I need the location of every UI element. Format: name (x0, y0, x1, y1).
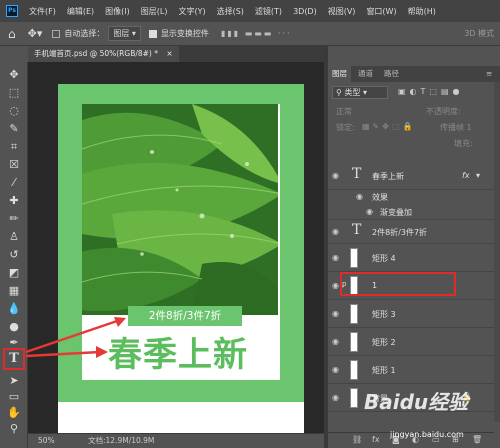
document-info: 文档:12.9M/10.9M (88, 436, 155, 445)
filter-dropdown[interactable]: ⚲ 类型 ▾ (332, 86, 388, 99)
filter-icons[interactable]: ▣◐T⬚▤● (398, 87, 464, 96)
layer-row-rect1[interactable]: ◉ 矩形 1 (328, 356, 494, 384)
layer-row-headline[interactable]: ◉ T 春季上新 fx ▾ (328, 162, 494, 190)
tab-channels[interactable]: 通道 (358, 66, 373, 82)
layer-effects-row[interactable]: ◉ 效果 (328, 190, 494, 204)
layer-thumbnail (350, 388, 358, 408)
expand-arrow-icon[interactable]: ▾ (476, 171, 480, 180)
layer-thumbnail (350, 248, 358, 268)
zoom-level[interactable]: 50% (38, 434, 55, 448)
text-layer-icon: T (352, 222, 362, 238)
arrow-to-headline-head (96, 346, 108, 358)
opacity-label: 不透明度: (426, 107, 461, 116)
eye-icon[interactable]: ◉ (332, 393, 339, 402)
watermark-url: jingyan.baidu.com (390, 430, 464, 439)
blend-row: 正常 不透明度: (328, 104, 494, 120)
eye-icon[interactable]: ◉ (366, 207, 373, 216)
layer-effect-gradient-row[interactable]: ◉ 渐变叠加 (328, 204, 494, 220)
filter-value: 类型 (344, 88, 361, 97)
layer-row-promo-text[interactable]: ◉ T 2件8折/3件7折 (328, 220, 494, 244)
layer-name: 春季上新 (372, 172, 404, 181)
layer-thumbnail (350, 332, 358, 352)
layer-name: 矩形 2 (372, 338, 396, 347)
lock-row: 锁定: ▦✎✥⬚🔒 传播帧 1 填充: (328, 120, 494, 152)
effect-gradient-overlay: 渐变叠加 (380, 208, 412, 217)
layer-thumbnail (350, 360, 358, 380)
eye-icon[interactable]: ◉ (332, 281, 339, 290)
layer-thumbnail (350, 304, 358, 324)
layer-row-rect3[interactable]: ◉ 矩形 3 (328, 300, 494, 328)
layer-name: 2件8折/3件7折 (372, 228, 428, 237)
panel-menu-icon[interactable]: ≡ (486, 66, 492, 82)
selected-layer-highlight (340, 272, 456, 296)
layers-panel-tabs: 图层 通道 路径 ≡ (328, 66, 500, 82)
status-bar: 50% 文档:12.9M/10.9M (28, 433, 324, 448)
lock-label: 锁定: (336, 123, 355, 132)
tab-paths[interactable]: 路径 (384, 66, 399, 82)
layer-name: 矩形 4 (372, 254, 396, 263)
eye-icon[interactable]: ◉ (356, 192, 363, 201)
fill-label: 填充: (454, 139, 473, 148)
eye-icon[interactable]: ◉ (332, 337, 339, 346)
arrow-to-headline (25, 350, 101, 358)
arrow-to-tag (25, 318, 121, 354)
layer-row-rect2[interactable]: ◉ 矩形 2 (328, 328, 494, 356)
blend-mode-dropdown[interactable]: 正常 (336, 106, 352, 117)
eye-icon[interactable]: ◉ (332, 365, 339, 374)
eye-icon[interactable]: ◉ (332, 171, 339, 180)
eye-icon[interactable]: ◉ (332, 253, 339, 262)
tab-layers[interactable]: 图层 (328, 66, 351, 82)
fx-icon[interactable]: fx (462, 171, 470, 180)
link-layers-icon[interactable]: ⛓ (352, 435, 362, 444)
layer-name: 矩形 1 (372, 366, 396, 375)
layer-name: 矩形 3 (372, 310, 396, 319)
propagate-label: 传播帧 1 (440, 123, 472, 132)
eye-icon[interactable]: ◉ (332, 227, 339, 236)
layers-scrollbar[interactable] (494, 82, 500, 422)
layer-filter-row: ⚲ 类型 ▾ ▣◐T⬚▤● (328, 84, 494, 102)
layer-row-rect4[interactable]: ◉ 矩形 4 (328, 244, 494, 272)
effects-label: 效果 (372, 193, 388, 202)
eye-icon[interactable]: ◉ (332, 309, 339, 318)
text-layer-icon: T (352, 166, 362, 182)
lock-icons[interactable]: ▦✎✥⬚🔒 (362, 122, 415, 131)
